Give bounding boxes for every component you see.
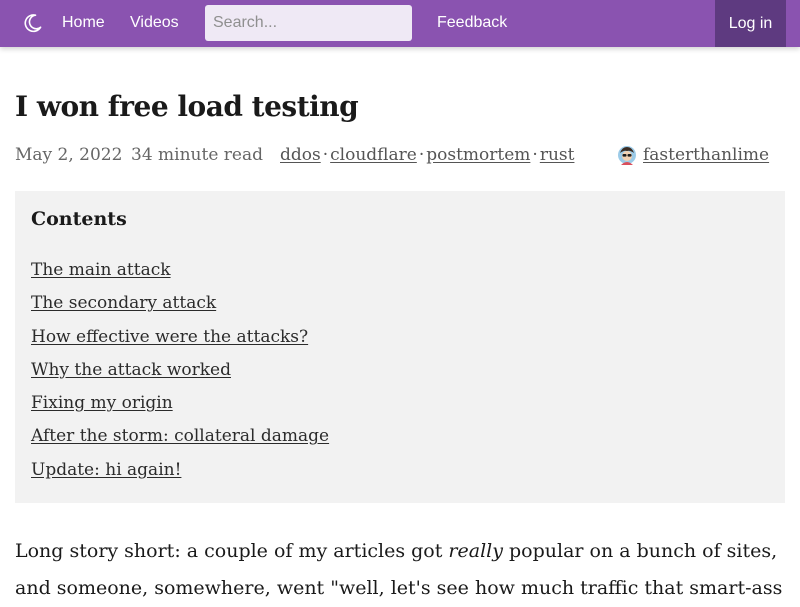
toc-item: The main attack: [31, 257, 329, 290]
tag-list: ddos · cloudflare · postmortem · rust: [280, 143, 574, 167]
toc-link-update[interactable]: Update: hi again!: [31, 460, 181, 480]
toc-item: How effective were the attacks?: [31, 324, 329, 357]
tag-link-ddos[interactable]: ddos: [280, 145, 321, 165]
nav-videos-link[interactable]: Videos: [130, 14, 179, 32]
toc-link-collateral-damage[interactable]: After the storm: collateral damage: [31, 426, 329, 446]
toc-item: The secondary attack: [31, 290, 329, 323]
author-link[interactable]: fasterthanlime: [643, 143, 769, 167]
toc-link-fixing-origin[interactable]: Fixing my origin: [31, 393, 173, 413]
avatar-icon: [617, 145, 637, 165]
intro-text: Long story short: a couple of my article…: [15, 540, 449, 562]
read-time: 34 minute read: [131, 145, 263, 165]
top-navbar: Home Videos Feedback Log in: [0, 0, 800, 47]
toc-item: Fixing my origin: [31, 390, 329, 423]
search-input[interactable]: [205, 5, 412, 41]
tag-link-cloudflare[interactable]: cloudflare: [330, 145, 417, 165]
tag-separator: ·: [418, 145, 425, 165]
tag-separator: ·: [532, 145, 538, 165]
toc-link-why-worked[interactable]: Why the attack worked: [31, 360, 231, 380]
toc-link-main-attack[interactable]: The main attack: [31, 260, 171, 280]
article-intro-paragraph: Long story short: a couple of my article…: [15, 533, 785, 607]
nav-feedback-link[interactable]: Feedback: [437, 14, 507, 32]
intro-emphasis: really: [448, 540, 503, 562]
tag-link-postmortem[interactable]: postmortem: [426, 145, 530, 165]
table-of-contents: Contents The main attack The secondary a…: [15, 191, 785, 503]
toc-heading: Contents: [31, 208, 127, 230]
toc-link-secondary-attack[interactable]: The secondary attack: [31, 293, 216, 313]
article-date: May 2, 2022: [15, 145, 123, 165]
intro-text: and someone, somewhere, went "well, let'…: [15, 577, 783, 599]
toc-item: Why the attack worked: [31, 357, 329, 390]
page-title: I won free load testing: [15, 90, 359, 123]
toc-item: Update: hi again!: [31, 457, 329, 490]
moon-icon[interactable]: [21, 12, 43, 34]
login-button[interactable]: Log in: [715, 0, 786, 47]
toc-item: After the storm: collateral damage: [31, 423, 329, 456]
nav-home-link[interactable]: Home: [62, 14, 105, 32]
toc-list: The main attack The secondary attack How…: [31, 257, 329, 490]
toc-link-effectiveness[interactable]: How effective were the attacks?: [31, 327, 308, 347]
intro-text: popular on a bunch of sites,: [502, 540, 778, 562]
tag-link-rust[interactable]: rust: [540, 145, 575, 165]
tag-separator: ·: [322, 145, 329, 165]
